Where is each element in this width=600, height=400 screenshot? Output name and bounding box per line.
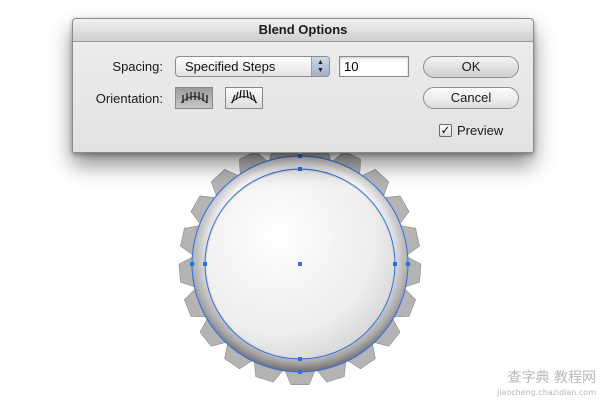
blend-options-dialog: Blend Options Spacing: Specified Steps ▲… — [72, 18, 534, 153]
align-to-path-icon — [230, 89, 258, 104]
watermark: 查字典 教程网 jiaocheng.chazidian.com — [496, 370, 596, 397]
anchor-point[interactable] — [406, 262, 410, 266]
bottle-cap-artwork — [178, 142, 422, 385]
anchor-point[interactable] — [298, 167, 302, 171]
spacing-select-value: Specified Steps — [185, 59, 276, 74]
anchor-point[interactable] — [393, 262, 397, 266]
ok-button[interactable]: OK — [423, 56, 519, 78]
center-point[interactable] — [298, 262, 302, 266]
orientation-align-path-button[interactable] — [225, 87, 263, 109]
orientation-align-page-button[interactable] — [175, 87, 213, 109]
steps-input[interactable]: 10 — [339, 56, 409, 77]
spacing-select[interactable]: Specified Steps ▲ ▼ — [175, 56, 330, 77]
dialog-title: Blend Options — [73, 19, 533, 42]
spacing-label: Spacing: — [112, 59, 163, 74]
anchor-point[interactable] — [298, 154, 302, 158]
orientation-label: Orientation: — [95, 91, 163, 106]
watermark-text: 查字典 教程网 — [508, 370, 596, 386]
anchor-point[interactable] — [298, 357, 302, 361]
preview-checkbox[interactable]: ✓ — [439, 124, 452, 137]
anchor-point[interactable] — [203, 262, 207, 266]
watermark-url: jiaocheng.chazidian.com — [496, 388, 596, 397]
checkmark-icon: ✓ — [440, 123, 451, 137]
anchor-point[interactable] — [190, 262, 194, 266]
stepper-arrows-icon[interactable]: ▲ ▼ — [311, 57, 329, 76]
align-to-page-icon — [180, 92, 208, 104]
preview-label: Preview — [457, 123, 504, 138]
cancel-button[interactable]: Cancel — [423, 87, 519, 109]
anchor-point[interactable] — [298, 370, 302, 374]
